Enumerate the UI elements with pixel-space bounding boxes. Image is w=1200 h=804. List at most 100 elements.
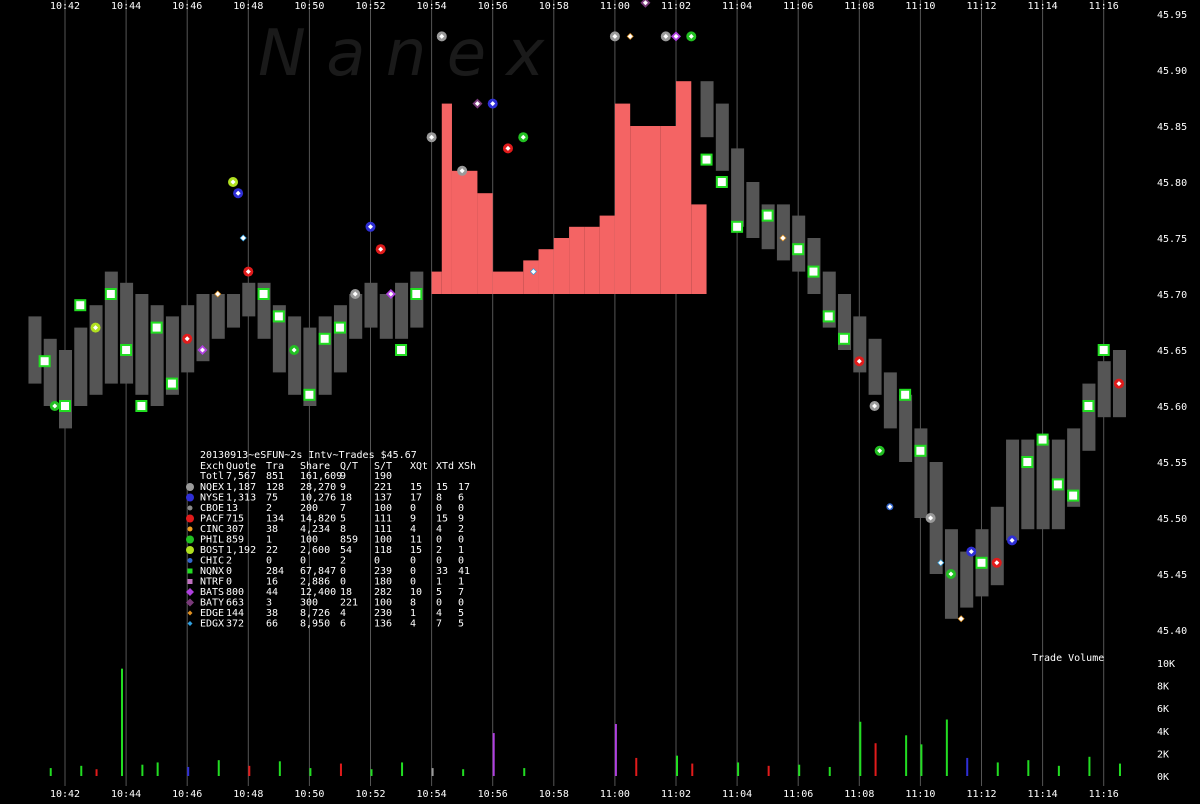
- halt-band-segment: [477, 193, 493, 294]
- x-tick-label-top: 11:08: [844, 1, 874, 12]
- nbbo-band-segment: [1082, 383, 1096, 451]
- legend-marker: [186, 514, 194, 523]
- halt-band-segment: [569, 226, 585, 294]
- volume-bar: [248, 765, 251, 776]
- legend-row-cell: 75: [266, 493, 278, 504]
- legend-row-cell: 663: [226, 598, 244, 609]
- legend-row-cell: 0: [458, 503, 464, 514]
- legend-marker: [186, 535, 194, 544]
- legend-row-cell: 2: [458, 524, 464, 535]
- nbbo-band-segment: [120, 282, 134, 384]
- x-tick-label-top: 11:06: [783, 1, 813, 12]
- legend-row-cell: BATY: [200, 598, 224, 609]
- nbbo-band-segment: [379, 294, 393, 339]
- legend-row-cell: 0: [458, 556, 464, 567]
- volume-bar: [1118, 763, 1121, 776]
- legend-row-cell: 300: [300, 598, 318, 609]
- legend-row-cell: EDGX: [200, 619, 224, 630]
- legend-row-cell: 0: [410, 556, 416, 567]
- legend-total-cell: 9: [340, 471, 346, 482]
- legend-row-cell: 111: [374, 524, 392, 535]
- volume-label: Trade Volume: [1032, 653, 1104, 664]
- legend-total-cell: 190: [374, 471, 392, 482]
- volume-bar: [691, 763, 694, 776]
- nbbo-band-segment: [1097, 361, 1111, 418]
- legend-row-cell: 100: [374, 503, 392, 514]
- volume-bar: [49, 768, 52, 776]
- volume-bar: [1027, 760, 1030, 776]
- legend-row-cell: 4: [410, 524, 416, 535]
- halt-band-segment: [451, 170, 478, 294]
- legend-row-cell: 2: [226, 556, 232, 567]
- legend-title: 20130913~eSFUN~2s Intv~Trades $45.67: [200, 450, 417, 461]
- legend-row-cell: EDGE: [200, 608, 224, 619]
- legend-row-cell: 307: [226, 524, 244, 535]
- legend-row-cell: 0: [458, 535, 464, 546]
- x-tick-label-bottom: 10:48: [233, 789, 263, 800]
- legend-row-cell: 0: [266, 556, 272, 567]
- legend-row-cell: 284: [266, 566, 284, 577]
- legend-row-cell: 0: [410, 566, 416, 577]
- legend-row-cell: NQNX: [200, 566, 224, 577]
- x-tick-label-bottom: 11:06: [783, 789, 813, 800]
- legend-row-cell: 13: [226, 503, 238, 514]
- legend-row-cell: 67,847: [300, 566, 336, 577]
- volume-bar: [945, 719, 948, 776]
- nbbo-band-segment: [746, 182, 760, 238]
- legend-marker: [187, 579, 193, 584]
- legend-row-cell: 2,600: [300, 545, 330, 556]
- y-tick-label: 45.85: [1157, 122, 1187, 133]
- legend-row-cell: 800: [226, 587, 244, 598]
- volume-bar: [737, 762, 740, 776]
- y-tick-label: 45.55: [1157, 458, 1187, 469]
- legend-row-cell: 15: [410, 482, 422, 493]
- legend-row-cell: 5: [458, 608, 464, 619]
- legend-row-cell: 4: [340, 608, 346, 619]
- legend-row-cell: 230: [374, 608, 392, 619]
- x-tick-label-bottom: 10:56: [478, 789, 508, 800]
- nbbo-band-segment: [89, 305, 103, 395]
- volume-bar: [523, 768, 526, 776]
- x-tick-label-top: 11:02: [661, 1, 691, 12]
- legend-row-cell: 8: [436, 493, 442, 504]
- legend-row-cell: 5: [436, 587, 442, 598]
- halt-band-segment: [614, 103, 631, 294]
- nbbo-band-segment: [349, 294, 363, 339]
- volume-bar: [920, 744, 923, 776]
- nbbo-band-segment: [868, 338, 882, 395]
- nbbo-band-segment: [288, 316, 302, 395]
- legend-row-cell: 200: [300, 503, 318, 514]
- volume-bar: [1057, 765, 1060, 776]
- nbbo-band-segment: [990, 506, 1004, 586]
- nbbo-band-segment: [242, 282, 256, 317]
- x-tick-label-bottom: 11:08: [844, 789, 874, 800]
- legend-row-cell: 16: [266, 577, 278, 588]
- legend-row-cell: 14,820: [300, 514, 336, 525]
- legend-row-cell: 0: [300, 556, 306, 567]
- volume-bar: [635, 757, 638, 776]
- legend-row-cell: 4: [410, 619, 416, 630]
- volume-tick-label: 2K: [1157, 749, 1169, 760]
- legend-header-cell: XQt: [410, 461, 428, 472]
- legend-row-cell: 5: [458, 619, 464, 630]
- x-tick-label-top: 10:56: [478, 1, 508, 12]
- volume-bar: [80, 765, 83, 776]
- legend-row-cell: 1: [410, 608, 416, 619]
- nbbo-band-segment: [318, 316, 332, 395]
- nbbo-band-segment: [700, 81, 714, 138]
- legend-row-cell: 100: [374, 535, 392, 546]
- legend-row-cell: 372: [226, 619, 244, 630]
- x-tick-label-top: 10:46: [172, 1, 202, 12]
- nbbo-band-segment: [899, 394, 913, 462]
- legend-row-cell: 0: [436, 598, 442, 609]
- volume-tick-label: 6K: [1157, 704, 1169, 715]
- legend-row-cell: 11: [410, 535, 422, 546]
- legend-row-cell: 7: [436, 619, 442, 630]
- legend-row-cell: 144: [226, 608, 244, 619]
- legend-row-cell: 28,270: [300, 482, 336, 493]
- legend-row-cell: 33: [436, 566, 448, 577]
- volume-bar: [278, 761, 281, 776]
- nbbo-band-segment: [1021, 439, 1035, 530]
- x-tick-label-bottom: 11:00: [600, 789, 630, 800]
- volume-bar: [614, 724, 617, 776]
